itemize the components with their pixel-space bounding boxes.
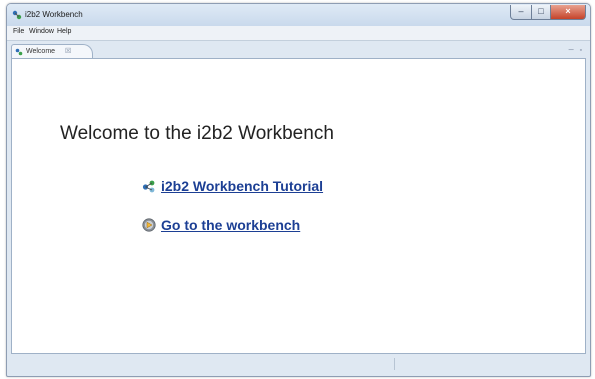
title-bar[interactable]: i2b2 Workbench – □ ×	[7, 4, 590, 26]
welcome-heading: Welcome to the i2b2 Workbench	[60, 123, 334, 144]
app-icon	[12, 10, 22, 20]
menu-help[interactable]: Help	[57, 28, 71, 35]
menu-bar: File Window Help	[7, 26, 590, 41]
close-button[interactable]: ×	[551, 5, 586, 20]
app-window: i2b2 Workbench – □ × File Window Help We…	[6, 3, 591, 377]
workbench-link-row[interactable]: Go to the workbench	[142, 217, 300, 233]
workbench-icon	[142, 218, 156, 232]
tab-close-icon[interactable]: ☒	[65, 47, 71, 55]
minimize-button[interactable]: –	[510, 5, 532, 20]
tutorial-link[interactable]: i2b2 Workbench Tutorial	[161, 178, 323, 194]
welcome-page: Welcome to the i2b2 Workbench i2b2 Workb…	[11, 58, 586, 354]
view-controls[interactable]: ─ ▫	[569, 47, 584, 54]
editor-tab-row: Welcome ☒ ─ ▫	[11, 44, 586, 59]
menu-window[interactable]: Window	[29, 28, 54, 35]
window-controls: – □ ×	[510, 5, 586, 20]
maximize-button[interactable]: □	[532, 5, 551, 20]
tab-welcome[interactable]: Welcome ☒	[11, 44, 93, 59]
tab-welcome-label: Welcome	[26, 48, 56, 55]
status-divider	[394, 358, 395, 370]
welcome-tab-icon	[15, 48, 23, 56]
window-title: i2b2 Workbench	[25, 10, 83, 19]
menu-file[interactable]: File	[13, 28, 24, 35]
status-bar	[11, 356, 586, 372]
tutorial-icon	[142, 180, 155, 193]
tutorial-link-row[interactable]: i2b2 Workbench Tutorial	[142, 178, 323, 194]
workbench-link[interactable]: Go to the workbench	[161, 217, 300, 233]
